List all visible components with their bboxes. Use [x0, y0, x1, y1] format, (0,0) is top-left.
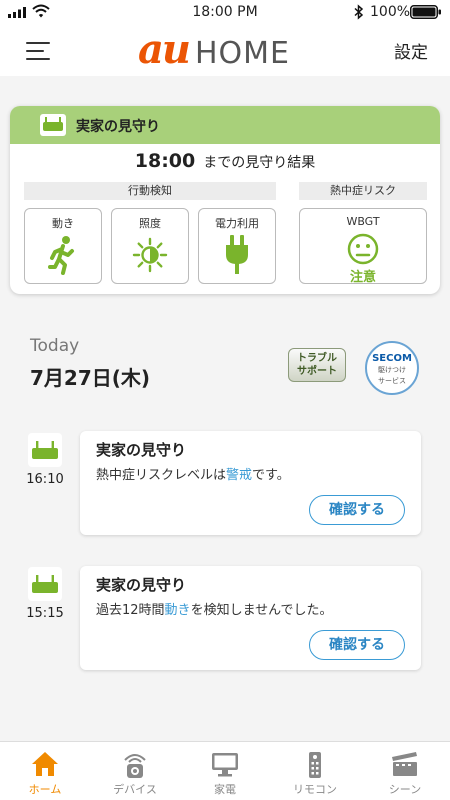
illuminance-tile[interactable]: 照度 [111, 208, 189, 284]
notification-body-text: を検知しませんでした。 [190, 603, 333, 618]
wbgt-tile[interactable]: WBGT 注意 [299, 208, 427, 285]
movement-label: 動き [52, 217, 74, 230]
sun-icon [132, 237, 168, 273]
movement-tile[interactable]: 動き [24, 208, 102, 284]
logo-au: au [138, 26, 191, 73]
heatstroke-risk-heading: 熱中症リスク [299, 182, 427, 200]
remote-icon [309, 752, 321, 778]
wbgt-state: 注意 [349, 270, 376, 285]
wbgt-label: WBGT [346, 215, 380, 228]
router-icon [32, 441, 58, 459]
trouble-support-line1: トラブル [297, 353, 337, 364]
watch-card-header: 実家の見守り [10, 106, 440, 144]
tab-remote[interactable]: リモコン [270, 742, 360, 800]
app-header: au HOME 設定 [0, 24, 450, 76]
home-icon [32, 752, 58, 776]
battery-percent: 100% [370, 4, 411, 20]
confirm-button[interactable]: 確認する [309, 630, 405, 660]
feed-time-1: 16:10 [26, 472, 64, 487]
power-usage-tile[interactable]: 電力利用 [198, 208, 276, 284]
notification-highlight: 動き [164, 603, 191, 618]
secom-line1: 駆けつけ [378, 366, 406, 374]
trouble-support-button[interactable]: トラブル サポート [288, 348, 346, 382]
notification-card[interactable]: 実家の見守り 過去12時間動きを検知しませんでした。 確認する [80, 566, 421, 670]
power-plug-icon [226, 235, 248, 274]
secom-brand: SECOM [372, 353, 412, 364]
notification-highlight: 警戒 [226, 468, 253, 483]
watch-result-text: までの見守り結果 [203, 155, 316, 171]
notification-body-text: 過去12時間 [96, 603, 165, 618]
tab-home-label: ホーム [28, 783, 62, 796]
bottom-tab-bar: ホーム デバイス 家電 リモコン シーン [0, 741, 450, 800]
trouble-support-line2: サポート [297, 366, 337, 377]
clapperboard-icon [392, 752, 417, 776]
feed-time-2: 15:15 [26, 606, 64, 621]
notification-card[interactable]: 実家の見守り 熱中症リスクレベルは警戒です。 確認する [80, 431, 421, 535]
router-icon [40, 114, 66, 136]
watch-result-time: 18:00 [134, 150, 196, 172]
tab-devices[interactable]: デバイス [90, 742, 180, 800]
au-home-logo: au HOME [138, 26, 291, 73]
status-bar: 18:00 PM 100% [0, 0, 450, 24]
tab-scenes-label: シーン [388, 783, 422, 796]
tab-remote-label: リモコン [293, 783, 337, 796]
tab-scenes[interactable]: シーン [360, 742, 450, 800]
confirm-button[interactable]: 確認する [309, 495, 405, 525]
running-person-icon [48, 236, 74, 275]
illuminance-label: 照度 [139, 217, 161, 230]
notification-title: 実家の見守り [96, 441, 187, 459]
notification-body: 過去12時間動きを検知しませんでした。 [96, 599, 333, 618]
neutral-face-icon [347, 233, 379, 265]
watch-card-title: 実家の見守り [76, 119, 160, 135]
notification-body: 熱中症リスクレベルは警戒です。 [96, 464, 290, 483]
router-icon [32, 575, 58, 593]
bluetooth-icon [354, 4, 364, 20]
notification-body-text: です。 [252, 468, 290, 483]
power-usage-label: 電力利用 [215, 217, 259, 230]
activity-detection-heading: 行動検知 [24, 182, 276, 200]
secom-rush-service-button[interactable]: SECOM 駆けつけ サービス [365, 341, 419, 395]
tab-devices-label: デバイス [113, 783, 157, 796]
settings-button[interactable]: 設定 [394, 38, 428, 63]
tv-icon [212, 753, 238, 777]
tab-appliances-label: 家電 [214, 783, 236, 796]
tab-appliances[interactable]: 家電 [180, 742, 270, 800]
feed-router-icon-1 [28, 433, 62, 467]
notification-body-text: 熱中症リスクレベルは [96, 468, 227, 483]
device-camera-icon [124, 754, 146, 778]
logo-home: HOME [195, 36, 291, 71]
feed-router-icon-2 [28, 567, 62, 601]
hamburger-menu-icon[interactable] [26, 42, 50, 60]
secom-line2: サービス [378, 377, 406, 385]
battery-icon [410, 5, 441, 19]
tab-home[interactable]: ホーム [0, 742, 90, 800]
family-watch-card[interactable]: 実家の見守り 18:00 までの見守り結果 行動検知 熱中症リスク 動き 照度 [10, 106, 440, 294]
notification-title: 実家の見守り [96, 576, 187, 594]
today-label: Today [30, 336, 80, 356]
watch-result: 18:00 までの見守り結果 [10, 150, 440, 172]
current-date: 7月27日(木) [30, 366, 151, 390]
